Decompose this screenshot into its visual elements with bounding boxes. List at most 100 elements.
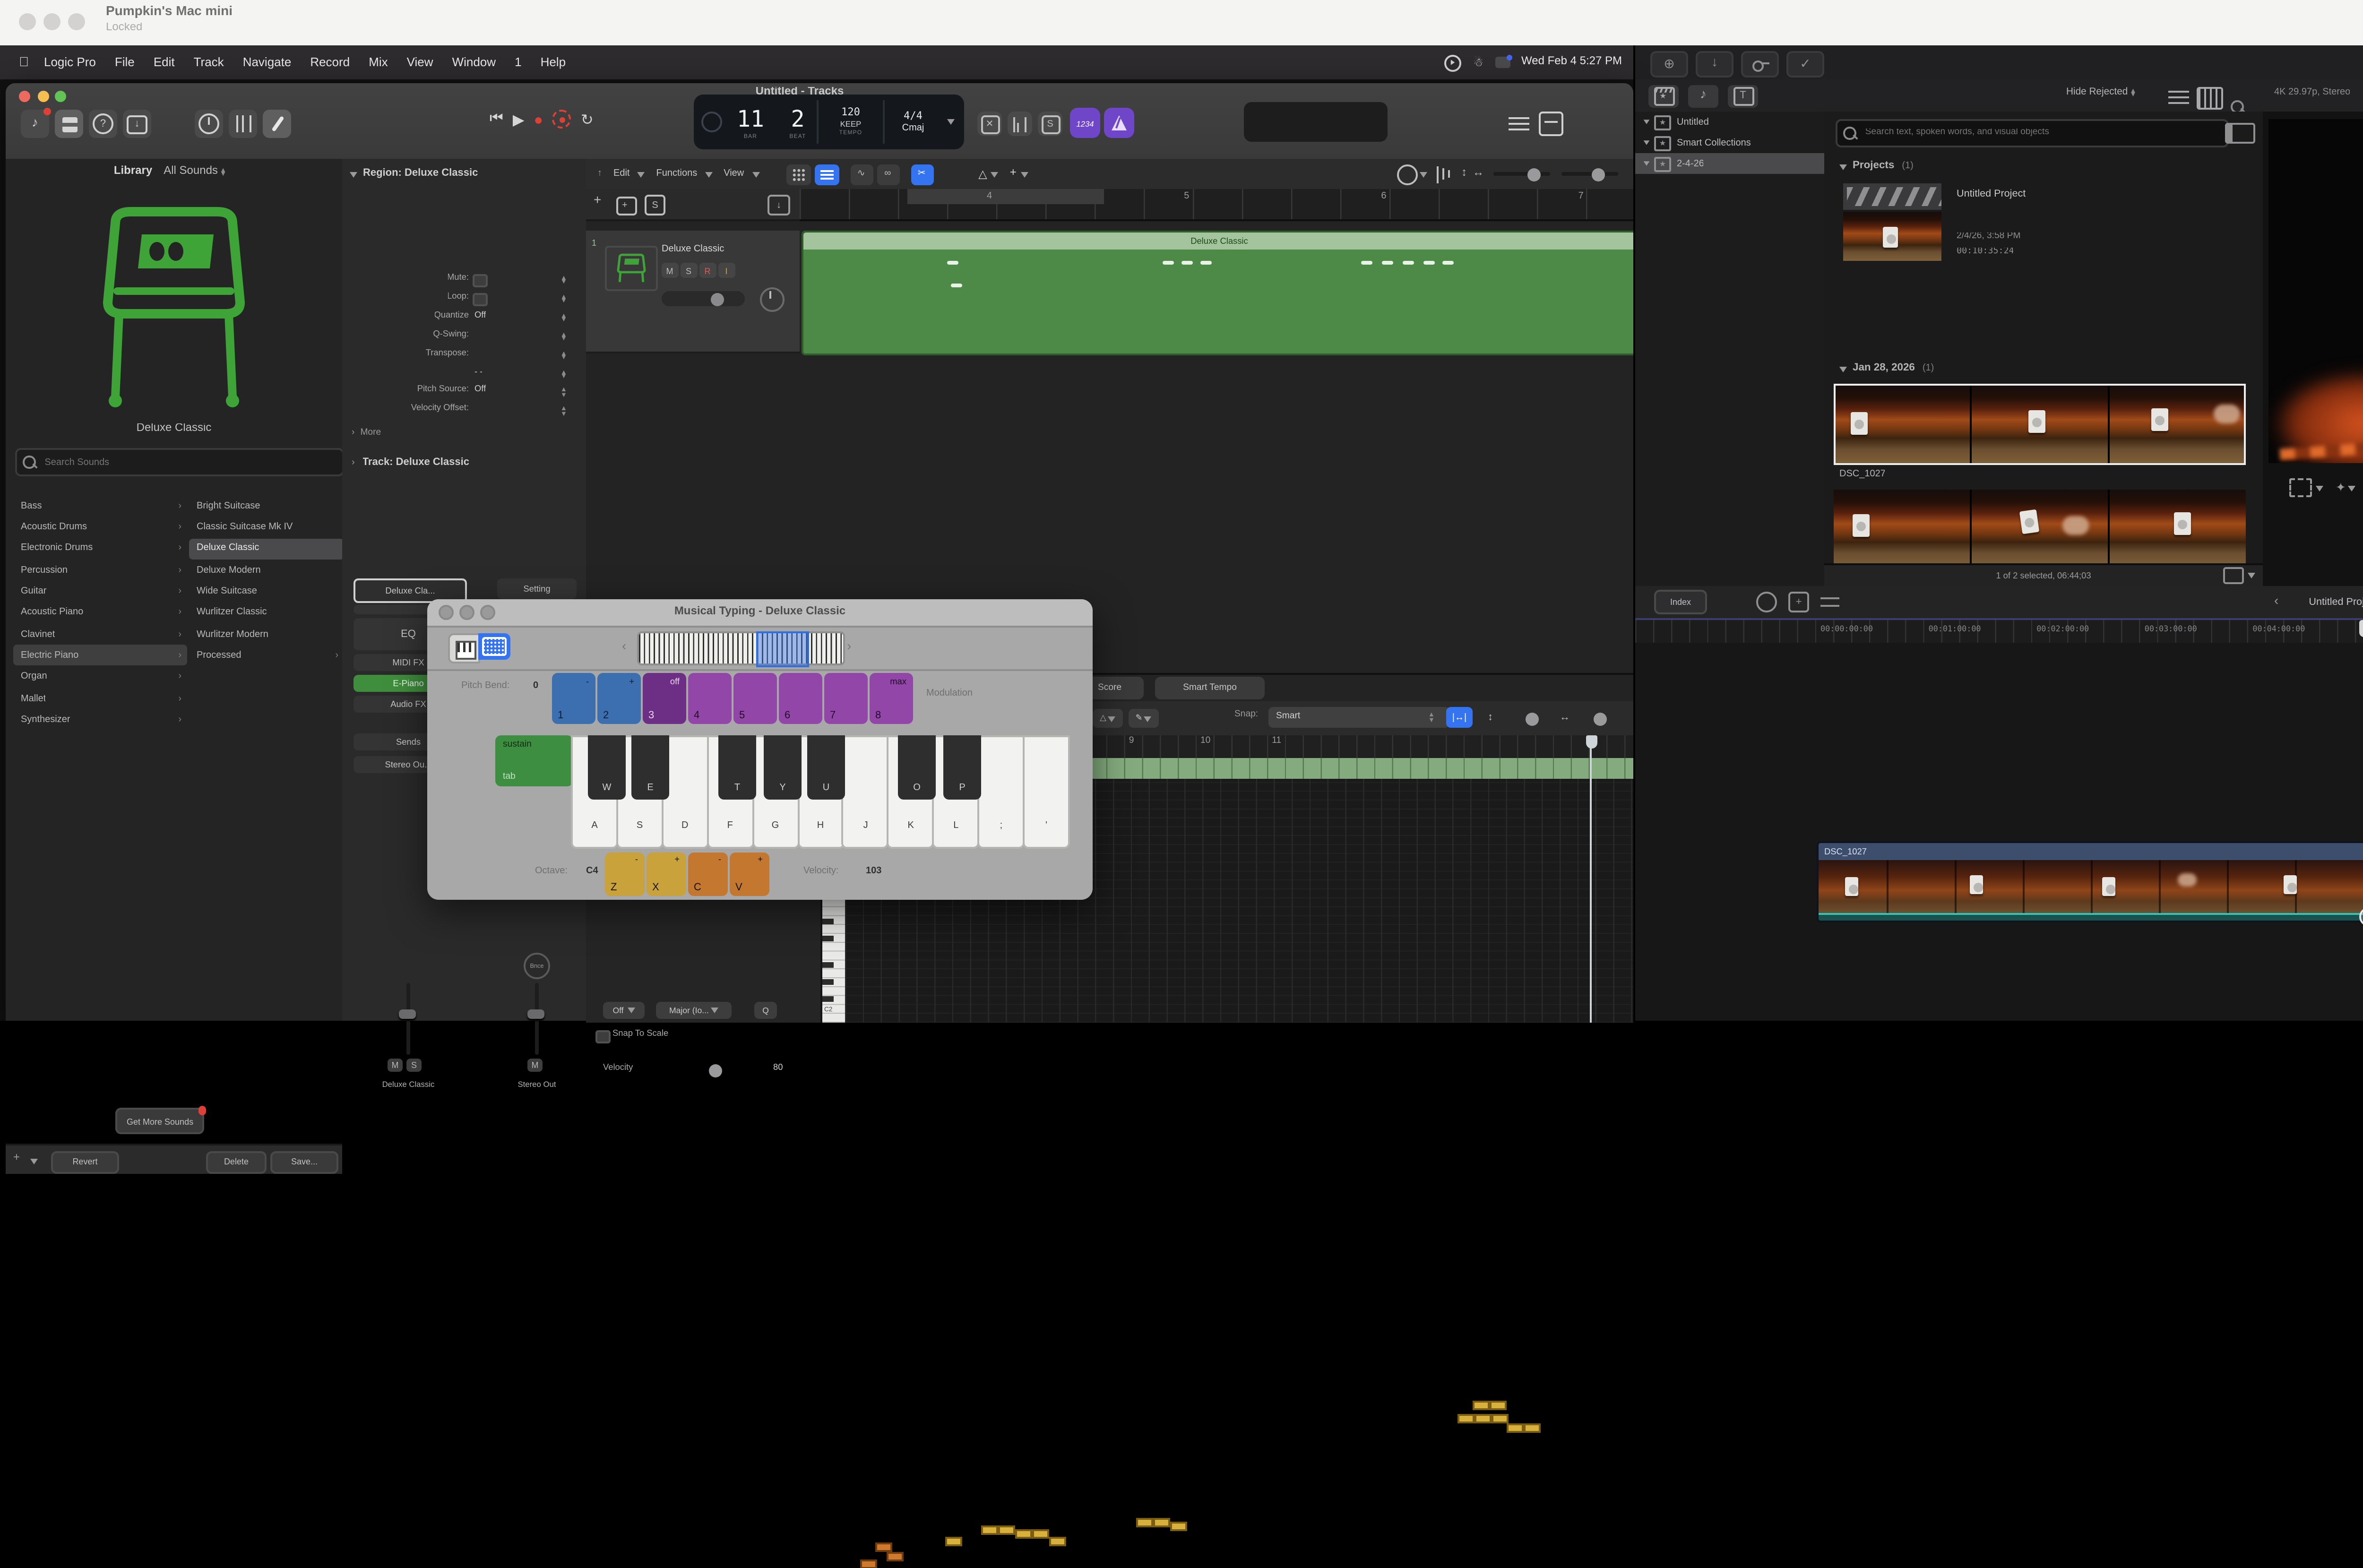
white-key[interactable]: ; xyxy=(977,735,1025,849)
editors-button[interactable] xyxy=(263,110,291,138)
smart-controls-button[interactable] xyxy=(195,110,223,138)
output-fader-knob[interactable] xyxy=(527,1009,544,1019)
black-key[interactable]: Y xyxy=(764,735,802,800)
midi-region[interactable]: Deluxe Classic xyxy=(802,231,1637,355)
add-patch-icon[interactable]: + xyxy=(13,1153,20,1164)
black-key[interactable]: O xyxy=(898,735,936,800)
window-dot-3[interactable] xyxy=(68,13,85,30)
revert-button[interactable]: Revert xyxy=(51,1150,119,1173)
project-name[interactable]: Untitled Project xyxy=(1957,189,2026,200)
count-in-button[interactable]: 1234 xyxy=(1070,108,1100,138)
menu-item[interactable]: View xyxy=(407,56,433,69)
menu-button[interactable]: Functions xyxy=(656,168,724,180)
flex-button[interactable]: ∞ xyxy=(876,164,899,184)
pitch-mod-key[interactable]: 7 xyxy=(824,673,867,724)
enhance-wand-icon[interactable]: ✦ xyxy=(2336,480,2346,495)
sidebar-item[interactable]: ★ 2-4-26 xyxy=(1635,153,1832,174)
viewer-video[interactable]: AirTag xyxy=(2268,119,2363,463)
solo-button[interactable]: S xyxy=(1038,112,1062,136)
black-key[interactable]: P xyxy=(943,735,981,800)
lcd-bar[interactable]: 11 xyxy=(722,105,779,131)
scale-quantize-off[interactable]: Off xyxy=(603,1002,645,1019)
output-mute-button[interactable]: M xyxy=(527,1059,543,1072)
octave-velocity-key[interactable]: - C xyxy=(688,853,727,896)
search-sounds-input[interactable] xyxy=(41,455,336,470)
libraries-sidebar-button[interactable]: ★ xyxy=(1648,84,1679,107)
search-icon[interactable] xyxy=(2231,99,2244,112)
hide-editor-icon[interactable]: ↑ xyxy=(597,168,602,180)
library-category-row[interactable]: Organ› xyxy=(13,667,187,688)
library-category-row[interactable]: Electric Piano› xyxy=(13,646,187,666)
pr-pencil-tool[interactable]: ✎︎ xyxy=(1129,709,1159,728)
library-category-row[interactable]: Acoustic Piano› xyxy=(13,603,187,623)
midi-note[interactable] xyxy=(1507,1423,1524,1432)
menu-item[interactable]: Record xyxy=(310,56,350,69)
global-solo-button[interactable]: S xyxy=(645,195,665,215)
midi-note[interactable] xyxy=(1490,1401,1507,1409)
midi-note[interactable] xyxy=(1136,1518,1153,1526)
marker-tool-icon[interactable] xyxy=(1756,592,1777,612)
library-category-row[interactable]: Bass› xyxy=(13,495,187,516)
apple-menu-icon[interactable]:  xyxy=(19,56,29,69)
library-category-row[interactable]: Electronic Drums› xyxy=(13,538,187,559)
secondary-tool-button[interactable]: + xyxy=(1010,168,1028,180)
midi-note[interactable] xyxy=(998,1525,1015,1534)
menu-item[interactable]: Track xyxy=(194,56,224,69)
lcd-chevron-icon[interactable] xyxy=(947,119,955,125)
midi-note[interactable] xyxy=(981,1525,998,1534)
library-patch-row[interactable]: Wurlitzer Classic xyxy=(189,603,344,623)
black-key[interactable]: U xyxy=(807,735,845,800)
octave-velocity-key[interactable]: - Z xyxy=(605,853,644,896)
pitch-mod-key[interactable]: 4 xyxy=(688,673,731,724)
black-key[interactable]: E xyxy=(631,735,669,800)
delete-button[interactable]: Delete xyxy=(206,1150,267,1173)
metronome-button[interactable] xyxy=(1104,108,1134,138)
mute-checkbox[interactable] xyxy=(473,274,488,287)
library-filter[interactable]: All Sounds ▲▼ xyxy=(164,166,234,178)
setting-button[interactable]: Setting xyxy=(497,578,577,599)
pointer-tool-button[interactable]: △ xyxy=(978,167,999,181)
window-dot-2[interactable] xyxy=(43,13,60,30)
get-more-sounds-button[interactable]: Get More Sounds xyxy=(115,1108,205,1134)
library-category-row[interactable]: Clavinet› xyxy=(13,624,187,645)
library-patch-row[interactable]: Deluxe Modern xyxy=(189,560,344,580)
track-name[interactable]: Deluxe Classic xyxy=(662,244,724,255)
window-dot-1[interactable] xyxy=(19,13,36,30)
library-patch-row[interactable]: Wide Suitcase xyxy=(189,581,344,602)
snap-select[interactable]: Smart ▲▼ xyxy=(1268,707,1450,728)
menu-item[interactable]: Navigate xyxy=(243,56,292,69)
region-param-row[interactable]: Mute: ▲▼ xyxy=(342,272,586,291)
pitch-mod-key[interactable]: - 1 xyxy=(552,673,595,724)
white-key[interactable]: ' xyxy=(1023,735,1070,849)
menu-item[interactable]: Logic Pro xyxy=(44,56,96,69)
event-section-header[interactable]: Jan 28, 2026 (1) xyxy=(1839,363,1934,374)
automation-button[interactable]: ∿ xyxy=(850,164,872,184)
save-button[interactable]: Save... xyxy=(270,1150,338,1173)
control-center-icon[interactable] xyxy=(1495,57,1510,68)
white-key[interactable]: J xyxy=(842,735,889,849)
mixer-button[interactable] xyxy=(229,110,257,138)
wifi-icon[interactable]: ☃ xyxy=(1473,56,1483,69)
midi-note[interactable] xyxy=(1457,1414,1475,1422)
library-patch-row[interactable]: Processed › xyxy=(189,646,344,666)
volume-fader-knob[interactable] xyxy=(399,1009,416,1019)
volume-fader-track[interactable] xyxy=(406,983,410,1055)
keyboard-range-window[interactable] xyxy=(756,631,809,667)
keyboard-view-button[interactable] xyxy=(448,633,480,663)
keyword-editor-button[interactable] xyxy=(1741,50,1779,77)
zoom-button[interactable] xyxy=(55,91,66,102)
play-button[interactable]: ▶ xyxy=(513,111,525,128)
track-solo-button[interactable]: S xyxy=(681,263,697,278)
track-mute-button[interactable]: M xyxy=(662,263,678,278)
track-header[interactable]: › Track: Deluxe Classic xyxy=(352,457,469,469)
octave-velocity-key[interactable]: + X xyxy=(647,853,685,896)
region-param-row[interactable]: Velocity Offset: ▲▼ xyxy=(342,403,586,422)
menu-item[interactable]: Window xyxy=(452,56,496,69)
menu-item[interactable]: Mix xyxy=(369,56,388,69)
bar-ruler[interactable]: 4567 xyxy=(800,189,1633,221)
tab-smart-tempo[interactable]: Smart Tempo xyxy=(1155,677,1265,699)
project-chevron-banner[interactable] xyxy=(1843,183,1941,210)
pitch-mod-key[interactable]: off 3 xyxy=(643,673,685,724)
library-patch-row[interactable]: Wurlitzer Modern xyxy=(189,624,344,645)
notes-browser-button[interactable] xyxy=(1539,112,1563,136)
